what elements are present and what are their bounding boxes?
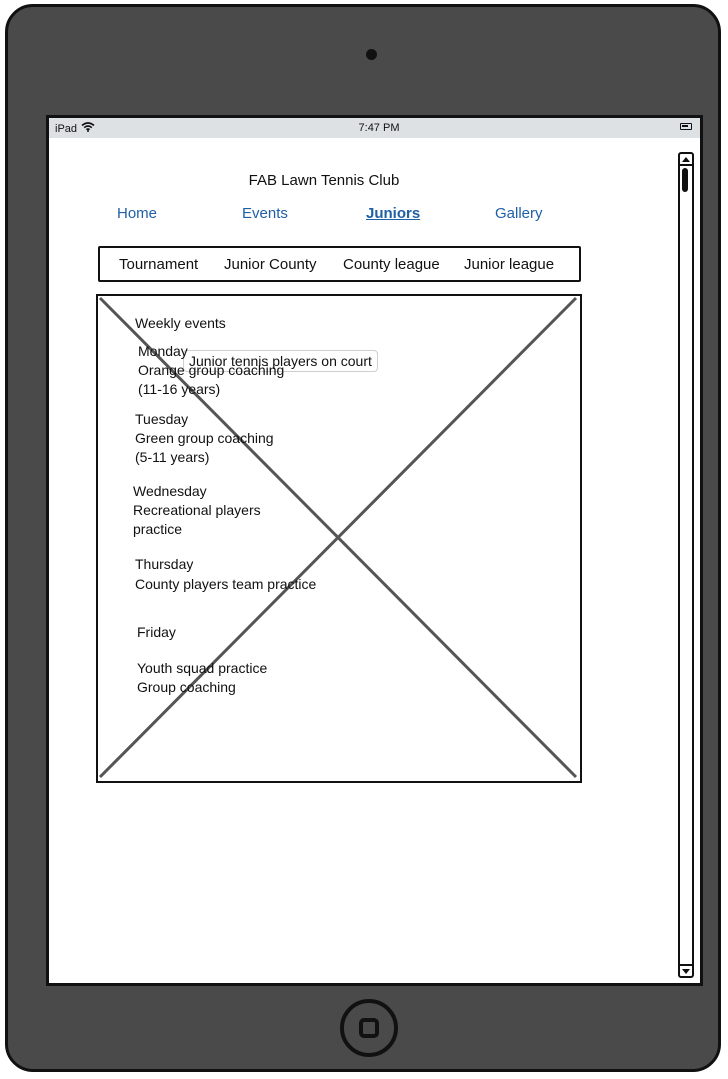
screen: iPad 7:47 PM FAB Lawn Tennis Club Home E… <box>46 115 703 986</box>
scroll-down-arrow-icon[interactable] <box>680 964 692 976</box>
nav-events[interactable]: Events <box>242 205 288 222</box>
subnav-junior-county[interactable]: Junior County <box>224 256 317 273</box>
nav-gallery[interactable]: Gallery <box>495 205 543 222</box>
friday-line1: Youth squad practice <box>137 660 268 676</box>
home-button-icon[interactable] <box>340 999 398 1057</box>
wednesday-line2: practice <box>133 521 183 537</box>
vertical-scrollbar[interactable] <box>678 152 694 978</box>
wifi-icon <box>81 122 95 135</box>
tuesday-line1: Green group coaching <box>135 430 274 446</box>
monday-day: Monday <box>138 343 188 359</box>
friday-day: Friday <box>137 624 176 640</box>
monday-line1: Orange group coaching <box>138 362 285 378</box>
thursday-line1: County players team practice <box>135 576 317 592</box>
wednesday-line1: Recreational players <box>133 502 261 518</box>
tuesday-day: Tuesday <box>135 411 189 427</box>
device-label: iPad <box>55 122 78 135</box>
friday-line2: Group coaching <box>137 679 236 695</box>
subnav-junior-league[interactable]: Junior league <box>464 256 554 273</box>
site-title: FAB Lawn Tennis Club <box>248 172 400 189</box>
monday-line2: (11-16 years) <box>138 381 221 397</box>
status-left: iPad <box>55 122 95 135</box>
status-time: 7:47 PM <box>358 122 400 134</box>
juniors-subnav: Tournament Junior County County league J… <box>98 246 581 282</box>
battery-icon <box>680 123 692 130</box>
tuesday-line2: (5-11 years) <box>135 449 210 465</box>
camera-icon <box>366 49 377 60</box>
weekly-events-heading: Weekly events <box>135 315 226 331</box>
wednesday-day: Wednesday <box>133 483 207 499</box>
nav-home[interactable]: Home <box>117 205 157 222</box>
nav-juniors[interactable]: Juniors <box>366 205 420 222</box>
status-bar: iPad 7:47 PM <box>49 118 700 138</box>
thursday-day: Thursday <box>135 556 194 572</box>
tablet-frame: iPad 7:47 PM FAB Lawn Tennis Club Home E… <box>5 4 721 1072</box>
subnav-county-league[interactable]: County league <box>343 256 440 273</box>
home-button-square <box>359 1018 379 1038</box>
subnav-tournament[interactable]: Tournament <box>119 256 198 273</box>
scroll-up-arrow-icon[interactable] <box>680 154 692 166</box>
scroll-thumb[interactable] <box>682 168 688 192</box>
